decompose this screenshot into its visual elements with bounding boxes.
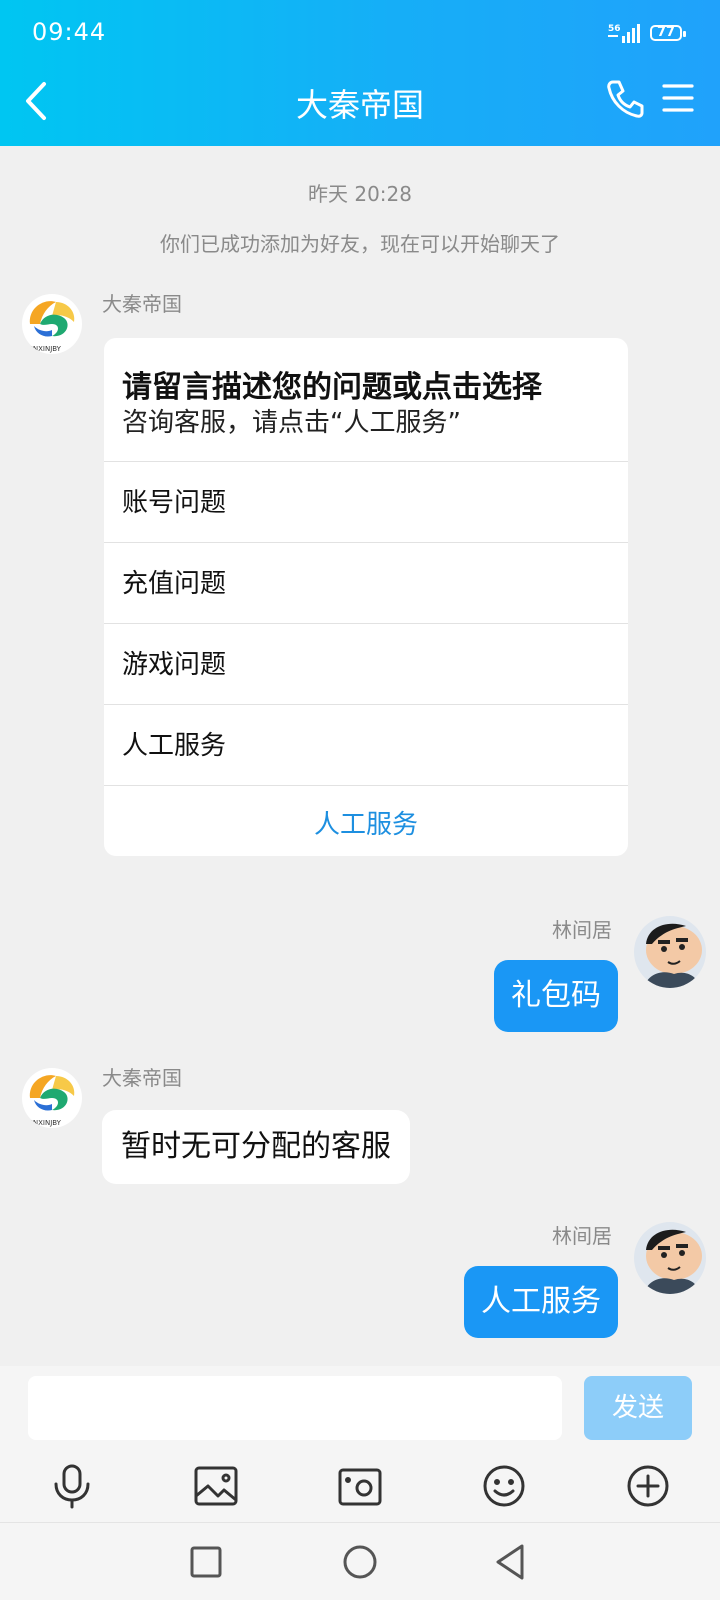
option-label: 账号问题 <box>122 488 227 518</box>
bot-avatar[interactable]: XINXINJBY <box>22 294 82 354</box>
option-game[interactable]: 游戏问题 <box>104 624 628 705</box>
cartoon-avatar-icon <box>644 1229 702 1294</box>
plus-circle-icon <box>627 1465 669 1507</box>
system-notice: 你们已成功添加为好友，现在可以开始聊天了 <box>160 232 560 256</box>
back-button[interactable] <box>18 78 58 124</box>
voice-button[interactable] <box>48 1462 96 1510</box>
home-button[interactable] <box>338 1540 382 1584</box>
action-label: 人工服务 <box>313 810 418 840</box>
card-title: 请留言描述您的问题或点击选择 <box>122 370 542 405</box>
camera-button[interactable] <box>336 1462 384 1510</box>
hamburger-icon <box>662 84 694 112</box>
sender-name: 大秦帝国 <box>102 292 182 316</box>
option-label: 充值问题 <box>122 569 227 599</box>
chat-header: 09:44 56 77 大秦帝国 <box>0 0 720 146</box>
image-icon <box>194 1466 238 1506</box>
bot-avatar[interactable]: XINXINJBY <box>22 1068 82 1128</box>
brand-logo-icon: XINXINJBY <box>26 1075 75 1127</box>
option-human-service[interactable]: 人工服务 <box>104 705 628 786</box>
smiley-icon <box>483 1465 525 1507</box>
option-label: 人工服务 <box>122 731 227 761</box>
user-message-bubble[interactable]: 礼包码 <box>494 960 618 1032</box>
square-icon <box>190 1546 222 1578</box>
camera-icon <box>338 1468 382 1506</box>
option-account[interactable]: 账号问题 <box>104 462 628 543</box>
card-subtitle: 咨询客服，请点击“人工服务” <box>122 408 461 438</box>
status-time: 09:44 <box>32 18 107 46</box>
emoji-button[interactable] <box>480 1462 528 1510</box>
cartoon-avatar-icon <box>644 923 702 988</box>
microphone-icon <box>54 1464 90 1509</box>
option-recharge[interactable]: 充值问题 <box>104 543 628 624</box>
more-button[interactable] <box>624 1462 672 1510</box>
user-avatar[interactable] <box>634 1222 706 1294</box>
sender-name: 林间居 <box>552 918 612 942</box>
signal-icon: 56 <box>608 24 640 43</box>
brand-logo-icon: XINXINJBY <box>26 301 75 353</box>
message-input[interactable] <box>28 1376 562 1440</box>
user-message-bubble[interactable]: 人工服务 <box>464 1266 618 1338</box>
battery-level: 77 <box>656 25 676 40</box>
image-button[interactable] <box>192 1462 240 1510</box>
send-button[interactable]: 发送 <box>584 1376 692 1440</box>
bot-message-bubble[interactable]: 暂时无可分配的客服 <box>102 1110 410 1184</box>
recent-apps-button[interactable] <box>184 1540 228 1584</box>
option-label: 游戏问题 <box>122 650 227 680</box>
phone-icon <box>607 80 644 118</box>
network-label: 56 <box>608 24 621 34</box>
svg-text:XINXINJBY: XINXINJBY <box>26 345 62 353</box>
triangle-back-icon <box>496 1544 524 1580</box>
sender-name: 大秦帝国 <box>102 1066 182 1090</box>
sender-name: 林间居 <box>552 1224 612 1248</box>
phone-call-button[interactable] <box>604 78 646 120</box>
battery-icon: 77 <box>650 25 686 41</box>
chevron-left-icon <box>26 82 46 120</box>
menu-button[interactable] <box>660 80 696 116</box>
card-header: 请留言描述您的问题或点击选择 咨询客服，请点击“人工服务” <box>104 338 628 462</box>
circle-icon <box>343 1545 377 1579</box>
chat-timestamp: 昨天 20:28 <box>308 182 412 206</box>
user-avatar[interactable] <box>634 916 706 988</box>
human-service-link[interactable]: 人工服务 <box>104 786 628 856</box>
svg-text:XINXINJBY: XINXINJBY <box>26 1119 62 1127</box>
nav-back-button[interactable] <box>490 1540 534 1584</box>
quick-reply-card: 请留言描述您的问题或点击选择 咨询客服，请点击“人工服务” 账号问题 充值问题 … <box>104 338 628 856</box>
